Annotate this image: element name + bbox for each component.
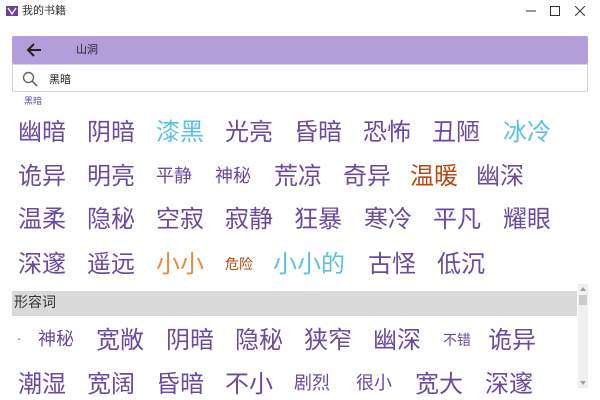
word-item[interactable]: 昏暗 xyxy=(156,370,204,398)
word-item[interactable]: 寂静 xyxy=(225,205,273,233)
word-item[interactable]: 漆黑 xyxy=(156,118,204,146)
word-item[interactable]: 光亮 xyxy=(225,118,273,146)
word-item[interactable]: 宽敞 xyxy=(96,326,144,354)
word-item[interactable]: 幽暗 xyxy=(18,118,66,146)
word-item[interactable]: 潮湿 xyxy=(18,370,66,398)
search-icon xyxy=(22,71,38,87)
section-title: 形容词 xyxy=(14,295,56,311)
close-button[interactable] xyxy=(557,0,600,22)
word-item[interactable]: 温柔 xyxy=(18,205,66,233)
page-header: 山洞 xyxy=(12,36,588,64)
word-item[interactable]: 神秘 xyxy=(215,166,251,188)
word-item[interactable]: 遥远 xyxy=(87,250,135,278)
scroll-up-button[interactable] xyxy=(578,284,588,294)
word-item[interactable]: 诡异 xyxy=(18,162,66,190)
word-item[interactable]: 耀眼 xyxy=(503,205,551,233)
chevron-down-icon xyxy=(580,381,586,385)
word-item[interactable]: 丑陋 xyxy=(432,118,480,146)
word-item[interactable]: 隐秘 xyxy=(235,326,283,354)
word-item[interactable]: 小小的 xyxy=(273,250,345,278)
book-icon xyxy=(6,6,18,16)
word-item[interactable]: 幽深 xyxy=(373,326,421,354)
word-item[interactable]: 幽深 xyxy=(476,162,524,190)
search-tag-label: 黑暗 xyxy=(24,97,43,107)
chevron-up-icon xyxy=(580,287,586,291)
word-item[interactable]: 深邃 xyxy=(18,250,66,278)
word-item[interactable]: 古怪 xyxy=(368,250,416,278)
word-item[interactable]: 温暖 xyxy=(410,162,458,190)
scroll-down-button[interactable] xyxy=(578,378,588,388)
word-item[interactable]: 宽阔 xyxy=(87,370,135,398)
word-item[interactable]: 冰冷 xyxy=(503,118,551,146)
word-item[interactable]: 平凡 xyxy=(433,205,481,233)
word-item[interactable]: 阴暗 xyxy=(87,118,135,146)
page-title: 山洞 xyxy=(76,43,98,56)
section-header: 形容词 xyxy=(12,291,577,316)
search-input[interactable] xyxy=(49,70,569,88)
word-item[interactable]: 明亮 xyxy=(87,162,135,190)
word-item[interactable]: 小小 xyxy=(156,250,204,278)
arrow-left-icon xyxy=(26,43,41,57)
word-item[interactable]: 不错 xyxy=(443,332,471,350)
word-item[interactable]: 平静 xyxy=(156,166,192,188)
title-bar: 我的书籍 xyxy=(0,0,600,22)
close-icon xyxy=(575,6,585,16)
back-button[interactable] xyxy=(24,40,44,60)
word-item[interactable]: 狭窄 xyxy=(304,326,352,354)
vertical-scrollbar[interactable] xyxy=(578,284,588,388)
bullet-dot xyxy=(18,338,20,340)
word-item[interactable]: 空寂 xyxy=(156,205,204,233)
word-item[interactable]: 隐秘 xyxy=(87,205,135,233)
word-item[interactable]: 阴暗 xyxy=(166,326,214,354)
word-item[interactable]: 寒冷 xyxy=(364,205,412,233)
search-box[interactable] xyxy=(12,64,588,92)
word-item[interactable]: 很小 xyxy=(356,373,392,395)
word-item[interactable]: 不小 xyxy=(225,370,273,398)
word-item[interactable]: 低沉 xyxy=(437,250,485,278)
scroll-thumb[interactable] xyxy=(579,295,587,305)
word-item[interactable]: 奇异 xyxy=(343,162,391,190)
word-item[interactable]: 危险 xyxy=(225,256,253,274)
word-item[interactable]: 荒凉 xyxy=(274,162,322,190)
word-item[interactable]: 昏暗 xyxy=(294,118,342,146)
word-item[interactable]: 深邃 xyxy=(485,370,533,398)
word-item[interactable]: 宽大 xyxy=(415,370,463,398)
word-item[interactable]: 狂暴 xyxy=(294,205,342,233)
word-item[interactable]: 神秘 xyxy=(38,329,74,351)
word-item[interactable]: 诡异 xyxy=(488,326,536,354)
word-item[interactable]: 恐怖 xyxy=(363,118,411,146)
window-title: 我的书籍 xyxy=(22,4,66,17)
word-item[interactable]: 剧烈 xyxy=(294,373,330,395)
